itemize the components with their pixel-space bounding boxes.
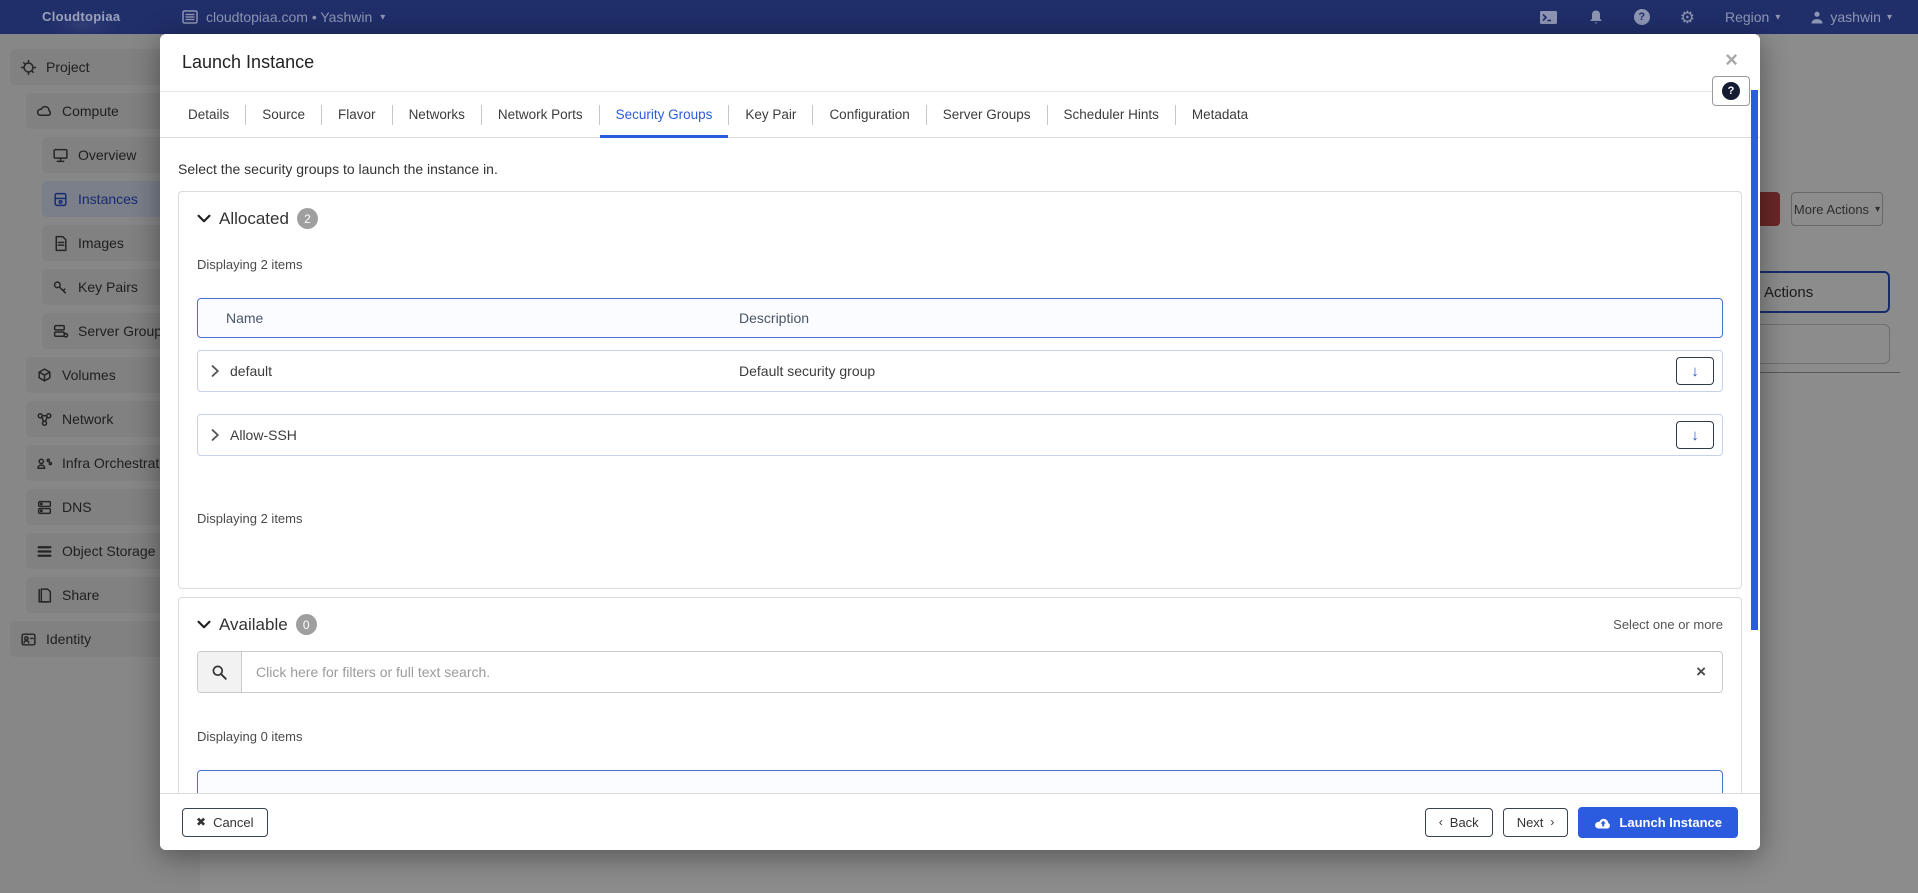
terminal-icon[interactable]: [1539, 10, 1558, 25]
allocated-row-allow-ssh: Allow-SSH ↓: [197, 414, 1723, 456]
tab-configuration[interactable]: Configuration: [813, 92, 925, 137]
tab-key-pair[interactable]: Key Pair: [729, 92, 812, 137]
search-icon[interactable]: [198, 652, 242, 692]
move-down-icon: ↓: [1691, 428, 1699, 443]
allocated-row-default: default Default security group ↓: [197, 350, 1723, 392]
launch-instance-button[interactable]: Launch Instance: [1578, 807, 1738, 838]
next-label: Next: [1517, 815, 1544, 830]
back-label: Back: [1450, 815, 1479, 830]
security-group-description: Default security group: [739, 363, 875, 379]
modal-header: Launch Instance ×: [160, 34, 1760, 92]
modal-scrollbar-thumb[interactable]: [1751, 90, 1758, 630]
move-down-icon: ↓: [1691, 364, 1699, 379]
tab-networks[interactable]: Networks: [393, 92, 481, 137]
user-avatar-icon: [1810, 10, 1824, 25]
back-chevron-icon: ‹: [1439, 815, 1443, 829]
available-title: Available: [219, 615, 288, 635]
available-table-header-clipped: [197, 770, 1723, 793]
tab-metadata[interactable]: Metadata: [1176, 92, 1264, 137]
brand-logo-text: Cloudtopiaa: [42, 9, 120, 24]
security-group-name: default: [230, 363, 272, 379]
user-menu[interactable]: yashwin ▾: [1810, 9, 1892, 25]
cancel-label: Cancel: [213, 815, 253, 830]
expand-chevron-icon[interactable]: [210, 364, 220, 378]
top-navbar: Cloudtopiaa cloudtopiaa.com • Yashwin ▾ …: [0, 0, 1918, 34]
available-displaying-count: Displaying 0 items: [197, 729, 1723, 744]
security-group-name: Allow-SSH: [230, 427, 297, 443]
step-instruction: Select the security groups to launch the…: [178, 161, 1742, 177]
region-dropdown[interactable]: Region ▾: [1725, 9, 1780, 25]
deallocate-button[interactable]: ↓: [1676, 421, 1714, 449]
column-header-description: Description: [739, 310, 809, 326]
chevron-down-icon: ▾: [1887, 12, 1892, 23]
tab-source[interactable]: Source: [246, 92, 321, 137]
modal-footer: ✖ Cancel ‹ Back Next › Launch Instance: [160, 793, 1760, 850]
allocated-table-header: Name Description: [197, 298, 1723, 338]
next-chevron-icon: ›: [1550, 815, 1554, 829]
tab-network-ports[interactable]: Network Ports: [482, 92, 599, 137]
column-header-name: Name: [226, 310, 263, 326]
allocated-header: Allocated 2: [197, 208, 1723, 229]
launch-instance-modal: Launch Instance × Details Source Flavor …: [160, 34, 1760, 850]
collapse-chevron-icon[interactable]: [197, 212, 211, 225]
settings-gear-icon[interactable]: ⚙: [1680, 9, 1695, 26]
available-count-badge: 0: [296, 614, 317, 635]
expand-chevron-icon[interactable]: [210, 428, 220, 442]
username-label: yashwin: [1830, 9, 1881, 25]
navbar-right-cluster: ? ⚙ Region ▾ yashwin ▾: [1539, 9, 1918, 26]
launch-label: Launch Instance: [1619, 815, 1722, 830]
deallocate-button[interactable]: ↓: [1676, 357, 1714, 385]
brand-logo[interactable]: Cloudtopiaa: [0, 8, 150, 26]
wizard-tabs: Details Source Flavor Networks Network P…: [160, 92, 1760, 138]
tab-security-groups[interactable]: Security Groups: [600, 92, 729, 137]
tab-server-groups[interactable]: Server Groups: [927, 92, 1047, 137]
project-context-switcher[interactable]: cloudtopiaa.com • Yashwin ▾: [182, 9, 385, 25]
cancel-button[interactable]: ✖ Cancel: [182, 808, 268, 837]
allocated-displaying-count-bottom: Displaying 2 items: [197, 511, 1723, 526]
security-groups-step: Select the security groups to launch the…: [160, 139, 1760, 793]
help-icon: ?: [1722, 82, 1740, 100]
allocated-panel: Allocated 2 Displaying 2 items Name Desc…: [178, 191, 1742, 589]
next-button[interactable]: Next ›: [1503, 808, 1569, 837]
select-hint: Select one or more: [1613, 617, 1723, 632]
help-icon[interactable]: ?: [1634, 9, 1650, 25]
cancel-x-icon: ✖: [196, 815, 206, 829]
close-icon[interactable]: ×: [1725, 49, 1738, 71]
modal-title: Launch Instance: [182, 52, 314, 73]
cloud-upload-icon: [1594, 816, 1612, 829]
tab-scheduler-hints[interactable]: Scheduler Hints: [1048, 92, 1175, 137]
back-button[interactable]: ‹ Back: [1425, 808, 1493, 837]
tab-details[interactable]: Details: [172, 92, 245, 137]
context-label: cloudtopiaa.com • Yashwin: [206, 9, 372, 25]
available-header: Available 0 Select one or more: [197, 614, 1723, 635]
collapse-chevron-icon[interactable]: [197, 618, 211, 631]
allocated-title: Allocated: [219, 209, 289, 229]
allocated-count-badge: 2: [297, 208, 318, 229]
notifications-bell-icon[interactable]: [1588, 9, 1604, 26]
list-icon: [182, 10, 198, 24]
allocated-displaying-count: Displaying 2 items: [197, 257, 1723, 272]
clear-search-icon[interactable]: ×: [1680, 662, 1722, 682]
region-label: Region: [1725, 9, 1769, 25]
chevron-down-icon: ▾: [380, 12, 385, 23]
available-panel: Available 0 Select one or more × Display…: [178, 597, 1742, 793]
wizard-help-button[interactable]: ?: [1712, 76, 1750, 106]
filter-search-input[interactable]: [242, 652, 1680, 692]
filter-search-bar: ×: [197, 651, 1723, 693]
tab-flavor[interactable]: Flavor: [322, 92, 392, 137]
chevron-down-icon: ▾: [1775, 12, 1780, 23]
